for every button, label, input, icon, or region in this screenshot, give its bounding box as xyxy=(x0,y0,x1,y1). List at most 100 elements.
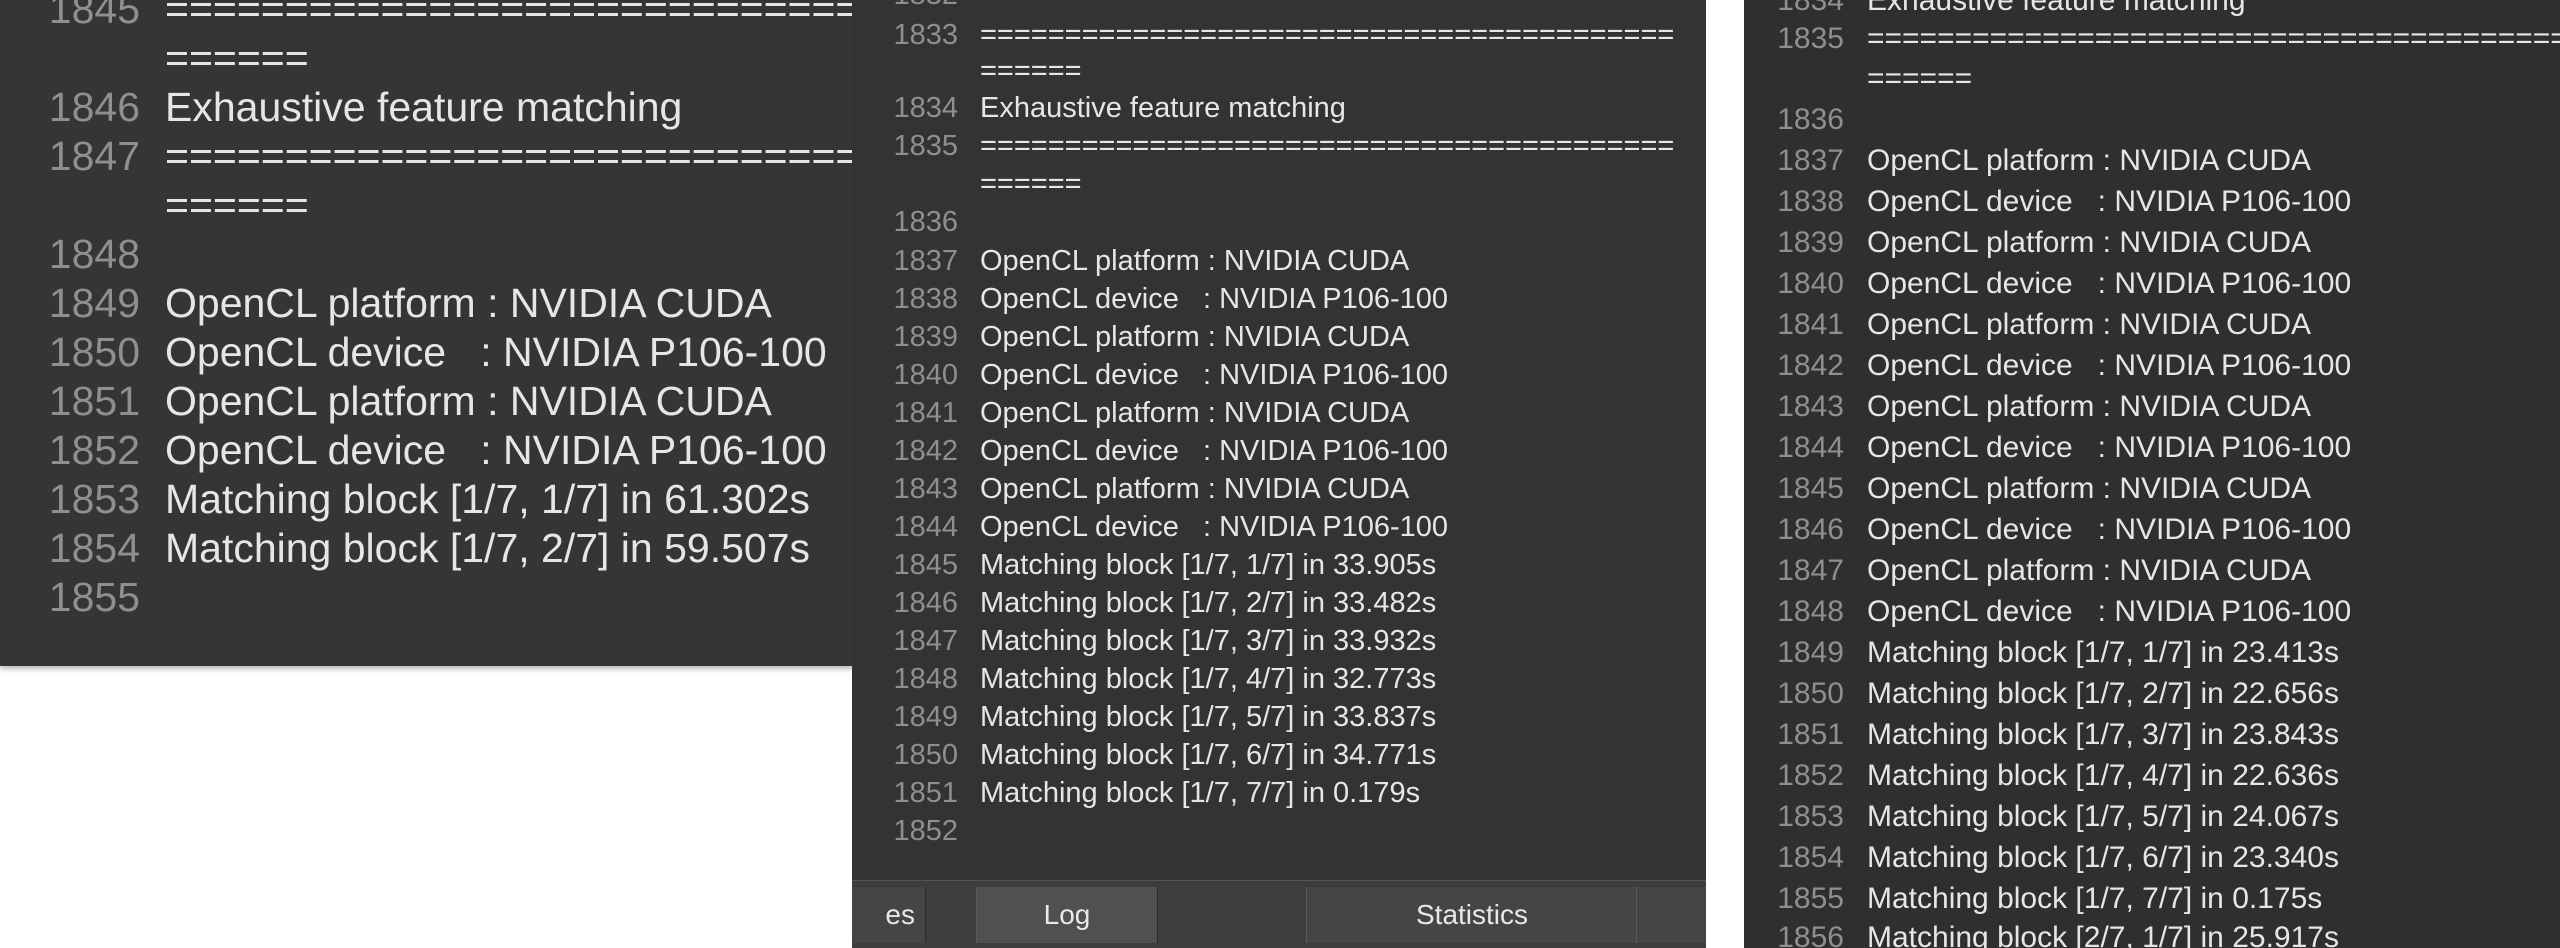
line-number: 1846 xyxy=(893,587,958,619)
log-line: 1850 Matching block [1/7, 2/7] in 22.656s xyxy=(1744,673,2560,714)
line-number: 1846 xyxy=(1777,513,1844,546)
line-number: 1844 xyxy=(893,511,958,543)
log-line: 1846 OpenCL device : NVIDIA P106-100 xyxy=(1744,509,2560,550)
line-number: 1848 xyxy=(1777,595,1844,628)
log-panel-right[interactable]: 1834 Exhaustive feature matching 1835 ====… xyxy=(1744,0,2560,948)
log-text: ========================================… xyxy=(980,130,1675,162)
log-panel-middle[interactable]: 1832 1833===============================… xyxy=(852,0,1706,948)
line-number: 1854 xyxy=(1777,841,1844,874)
log-text: OpenCL device : NVIDIA P106-100 xyxy=(980,511,1449,543)
log-text: OpenCL platform : NVIDIA CUDA xyxy=(1867,308,2312,341)
log-text: ====== xyxy=(165,182,309,228)
line-number: 1848 xyxy=(48,231,140,277)
log-text: Matching block [1/7, 5/7] in 33.837s xyxy=(980,701,1437,733)
log-panel-left[interactable]: 1845 ============================== =====… xyxy=(0,0,854,666)
line-number: 1837 xyxy=(893,245,958,277)
log-text: OpenCL device : NVIDIA P106-100 xyxy=(1867,431,2352,464)
line-number: 1840 xyxy=(1777,267,1844,300)
log-line: 1846 Exhaustive feature matching xyxy=(0,82,854,132)
log-text: Matching block [1/7, 4/7] in 22.636s xyxy=(1867,759,2339,792)
line-number: 1856 xyxy=(1777,921,1844,948)
log-line: 1848 Matching block [1/7, 4/7] in 32.773s xyxy=(852,660,1706,698)
log-line: 1846 Matching block [1/7, 2/7] in 33.482s xyxy=(852,584,1706,622)
line-number: 1847 xyxy=(1777,554,1844,587)
log-line: 1849 Matching block [1/7, 5/7] in 33.837s xyxy=(852,698,1706,736)
line-number: 1836 xyxy=(1777,103,1844,136)
log-line: 1851 Matching block [1/7, 3/7] in 23.843s xyxy=(1744,714,2560,755)
log-text: OpenCL platform : NVIDIA CUDA xyxy=(980,245,1410,277)
log-text: Exhaustive feature matching xyxy=(165,84,683,130)
line-number: 1852 xyxy=(1777,759,1844,792)
log-text: OpenCL device : NVIDIA P106-100 xyxy=(165,329,827,375)
tab-extra[interactable] xyxy=(1636,887,1706,943)
log-text: OpenCL device : NVIDIA P106-100 xyxy=(1867,513,2352,546)
log-text: OpenCL platform : NVIDIA CUDA xyxy=(1867,472,2312,505)
log-line: 1842 OpenCL device : NVIDIA P106-100 xyxy=(1744,345,2560,386)
line-number: 1839 xyxy=(893,321,958,353)
log-line: 1845 ============================== xyxy=(0,0,854,34)
log-text: OpenCL device : NVIDIA P106-100 xyxy=(980,435,1449,467)
line-number: 1838 xyxy=(1777,185,1844,218)
log-line: 1841 OpenCL platform : NVIDIA CUDA xyxy=(1744,304,2560,345)
tab-log[interactable]: Log xyxy=(976,887,1158,943)
line-number: 1846 xyxy=(48,84,140,130)
log-text: ========================================… xyxy=(1867,22,2560,55)
log-text: Matching block [1/7, 2/7] in 59.507s xyxy=(165,525,811,571)
line-number: 1852 xyxy=(48,427,140,473)
log-text: Matching block [1/7, 6/7] in 23.340s xyxy=(1867,841,2339,874)
tab-partial[interactable]: es xyxy=(852,887,926,943)
line-number: 1843 xyxy=(893,473,958,505)
log-text: Matching block [1/7, 7/7] in 0.175s xyxy=(1867,882,2323,915)
log-line: 1835 ====================================… xyxy=(852,127,1706,165)
line-number: 1845 xyxy=(48,0,140,32)
log-text: OpenCL device : NVIDIA P106-100 xyxy=(1867,267,2352,300)
log-text: OpenCL platform : NVIDIA CUDA xyxy=(980,321,1410,353)
line-number: 1854 xyxy=(48,525,140,571)
log-line: 1838 OpenCL device : NVIDIA P106-100 xyxy=(1744,181,2560,222)
log-text: Matching block [1/7, 5/7] in 24.067s xyxy=(1867,800,2339,833)
log-text: Matching block [1/7, 3/7] in 33.932s xyxy=(980,625,1437,657)
log-line: 1838 OpenCL device : NVIDIA P106-100 xyxy=(852,280,1706,318)
log-line: 1840 OpenCL device : NVIDIA P106-100 xyxy=(1744,263,2560,304)
log-line: 1835 ====================================… xyxy=(1744,18,2560,59)
line-number: 1841 xyxy=(1777,308,1844,341)
log-line: 1852 OpenCL device : NVIDIA P106-100 xyxy=(0,425,854,475)
line-number: 1849 xyxy=(48,280,140,326)
log-line: 1841 OpenCL platform : NVIDIA CUDA xyxy=(852,394,1706,432)
line-number: 1842 xyxy=(893,435,958,467)
line-number: 1851 xyxy=(48,378,140,424)
line-number: 1850 xyxy=(48,329,140,375)
log-line: 1844 OpenCL device : NVIDIA P106-100 xyxy=(852,508,1706,546)
log-line: 1845 Matching block [1/7, 1/7] in 33.905s xyxy=(852,546,1706,584)
log-line: 1849 Matching block [1/7, 1/7] in 23.413s xyxy=(1744,632,2560,673)
log-line: ====== xyxy=(852,165,1706,203)
log-line: 1837 OpenCL platform : NVIDIA CUDA xyxy=(1744,140,2560,181)
line-number: 1837 xyxy=(1777,144,1844,177)
line-number: 1850 xyxy=(893,739,958,771)
log-text: OpenCL device : NVIDIA P106-100 xyxy=(1867,595,2352,628)
line-number: 1853 xyxy=(1777,800,1844,833)
line-number: 1845 xyxy=(1777,472,1844,505)
line-number: 1844 xyxy=(1777,431,1844,464)
line-number: 1835 xyxy=(893,130,958,162)
line-number: 1833 xyxy=(893,19,958,51)
log-line: 1840 OpenCL device : NVIDIA P106-100 xyxy=(852,356,1706,394)
log-text: OpenCL platform : NVIDIA CUDA xyxy=(1867,390,2312,423)
log-text: OpenCL device : NVIDIA P106-100 xyxy=(980,283,1449,315)
log-line: 1850 Matching block [1/7, 6/7] in 34.771s xyxy=(852,736,1706,774)
log-text: OpenCL platform : NVIDIA CUDA xyxy=(165,378,772,424)
line-number: 1839 xyxy=(1777,226,1844,259)
tab-statistics[interactable]: Statistics xyxy=(1306,887,1638,943)
log-line: 1848 xyxy=(0,229,854,279)
log-line: ====== xyxy=(0,180,854,230)
log-text: Matching block [1/7, 1/7] in 23.413s xyxy=(1867,636,2339,669)
log-line: 1849 OpenCL platform : NVIDIA CUDA xyxy=(0,278,854,328)
line-number: 1851 xyxy=(1777,718,1844,751)
line-number: 1832 xyxy=(852,0,958,14)
bottom-tab-bar: es Log Statistics xyxy=(852,880,1706,948)
log-text: Exhaustive feature matching xyxy=(980,92,1346,124)
log-line: 1832 xyxy=(852,0,1706,14)
line-number: 1838 xyxy=(893,283,958,315)
line-number: 1848 xyxy=(893,663,958,695)
log-text: ========================================… xyxy=(980,19,1675,51)
